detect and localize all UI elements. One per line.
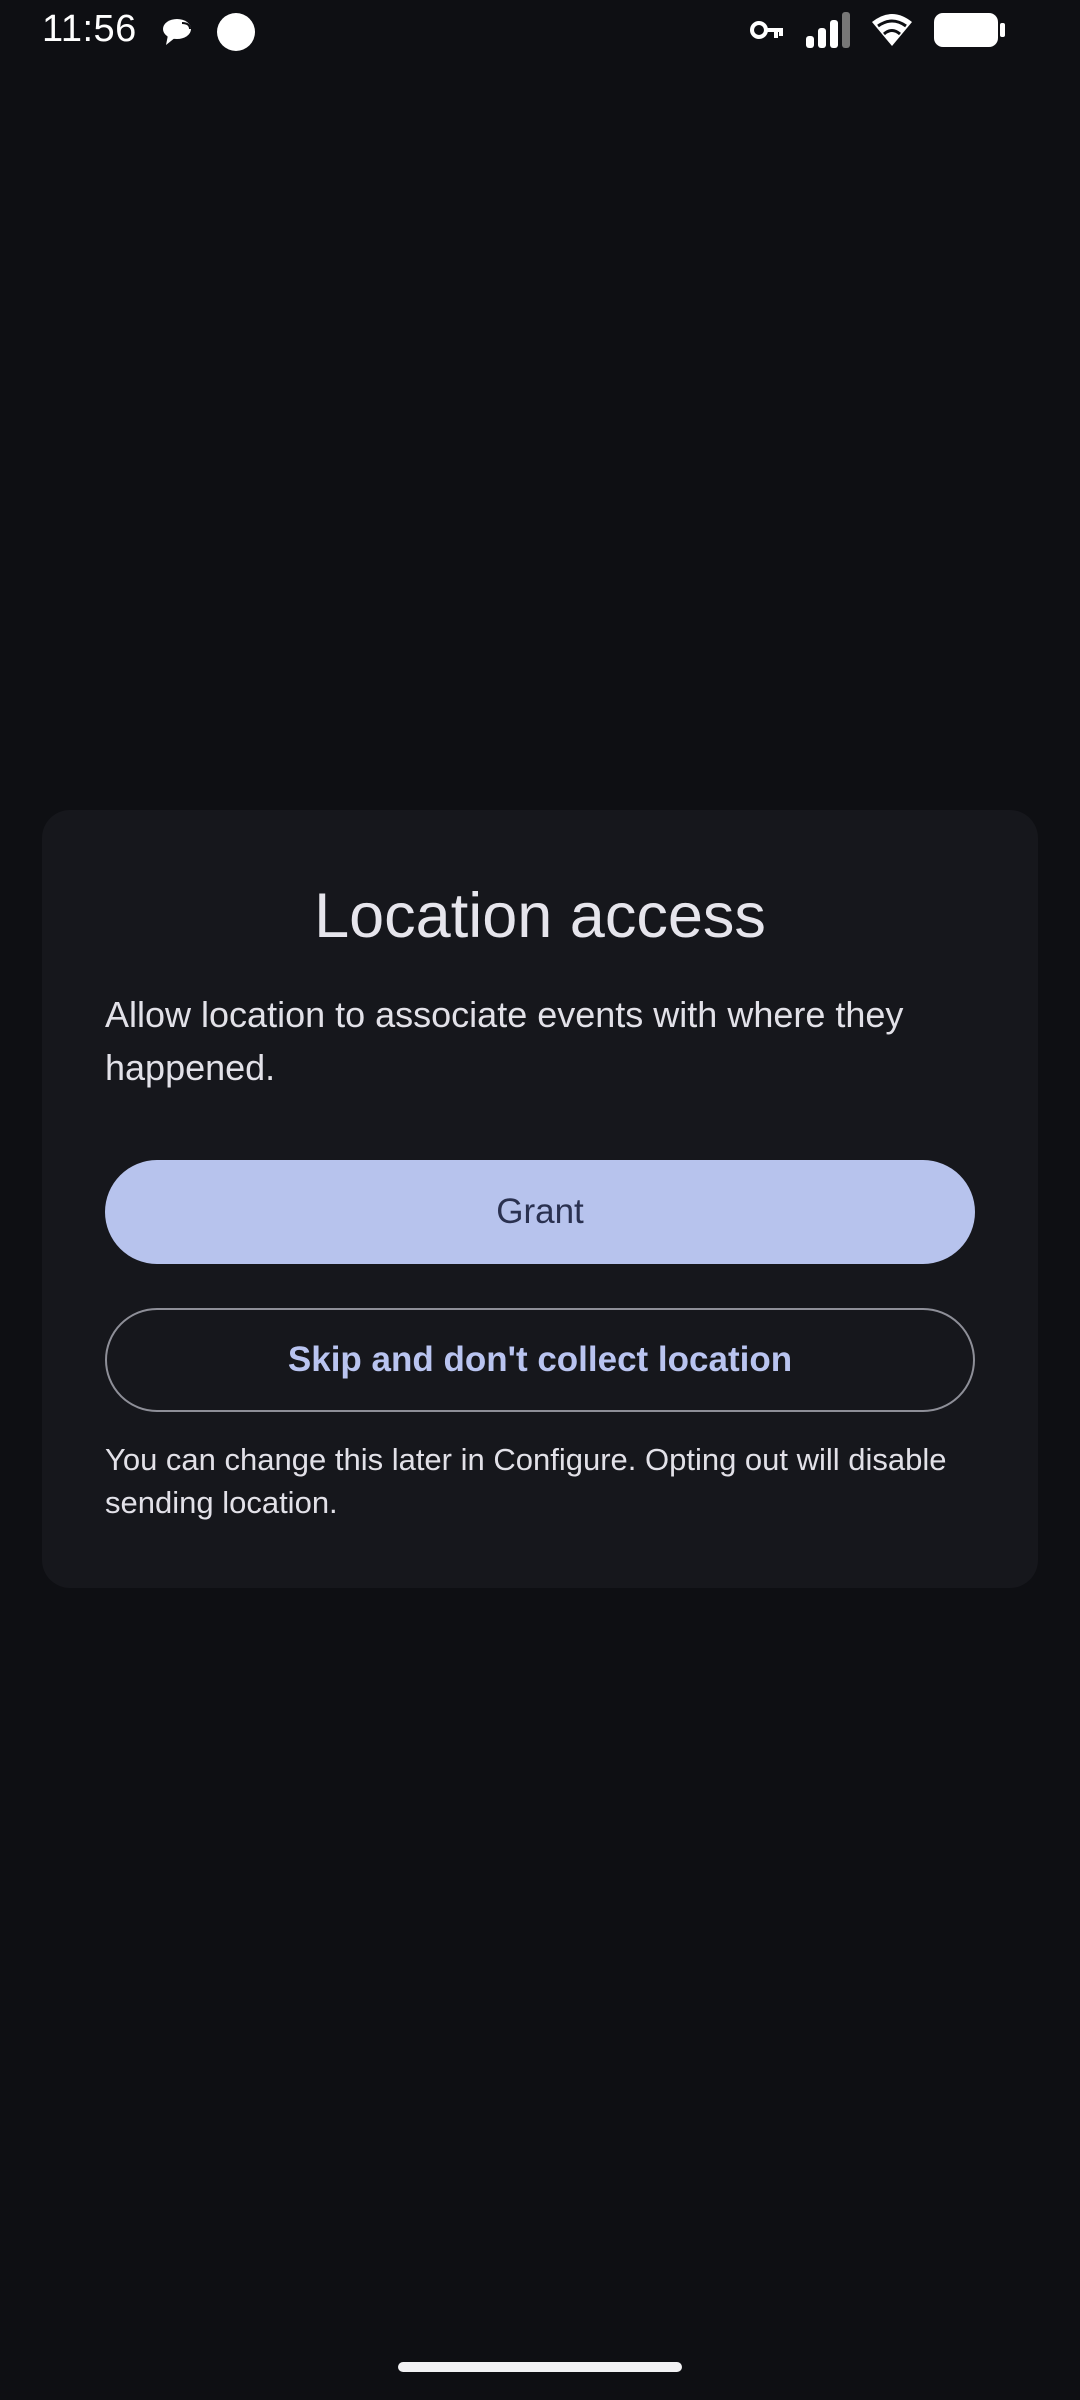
home-indicator[interactable] <box>398 2362 682 2372</box>
location-access-dialog: Location access Allow location to associ… <box>42 810 1038 1588</box>
dialog-title: Location access <box>314 881 766 951</box>
grant-button[interactable]: Grant <box>105 1160 975 1264</box>
wifi-icon <box>870 12 914 48</box>
status-time: 11:56 <box>42 8 137 50</box>
battery-icon <box>934 13 1006 47</box>
dialog-footnote: You can change this later in Configure. … <box>105 1442 947 1520</box>
chat-bubble-icon <box>160 17 194 47</box>
status-bar: 11:56 <box>0 0 1080 64</box>
skip-location-button[interactable]: Skip and don't collect location <box>105 1308 975 1412</box>
screen: 11:56 Location access Allow location to … <box>0 0 1080 2400</box>
status-left-icons <box>160 12 256 52</box>
circle-icon <box>216 12 256 52</box>
signal-icon <box>804 12 850 48</box>
key-icon <box>750 18 784 42</box>
dialog-message: Allow location to associate events with … <box>105 994 904 1088</box>
status-right-icons <box>750 12 1006 48</box>
